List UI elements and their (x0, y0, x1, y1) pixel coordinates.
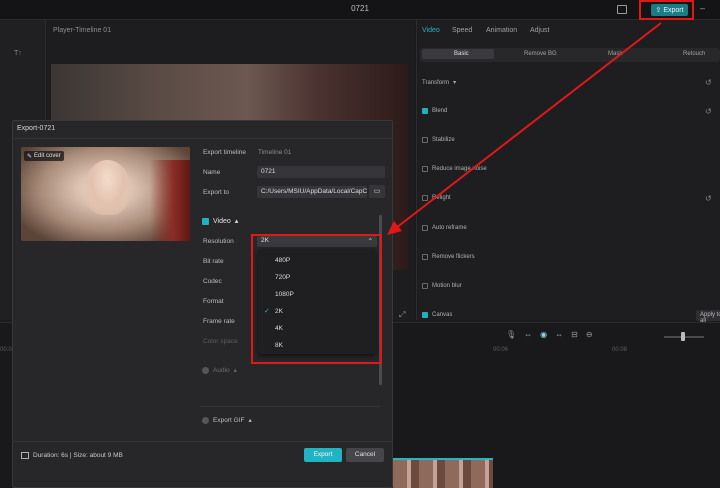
apply-all-button[interactable]: Apply to all (696, 310, 720, 324)
zoom-out-icon[interactable]: ⊖ (586, 330, 593, 339)
export-path-field[interactable]: C:/Users/MSIU/AppData/Local/CapC... (257, 186, 367, 198)
film-icon (21, 452, 29, 459)
link-icon[interactable]: ⇔ (524, 330, 532, 339)
chevron-up-icon: ▴ (233, 367, 237, 374)
edit-cover-button[interactable]: ✎ Edit cover (24, 151, 64, 161)
cover-shadow (150, 160, 190, 241)
export-gif-toggle[interactable]: Export GIF ▴ (202, 416, 252, 424)
reset-icon[interactable]: ↺ (705, 107, 712, 116)
timeline-tick: 00:06 (493, 347, 509, 353)
chevron-down-icon: ▾ (453, 80, 457, 86)
tab-adjust[interactable]: Adjust (530, 27, 549, 34)
prop-flickers[interactable]: Remove flickers (422, 254, 475, 260)
chevron-up-icon: ▴ (234, 218, 239, 225)
checkbox-icon[interactable] (422, 137, 428, 143)
minimize-icon[interactable]: – (700, 3, 705, 13)
format-label: Format (203, 298, 224, 305)
divider (12, 441, 393, 442)
prop-noise[interactable]: Reduce image noise (422, 166, 487, 172)
app-title: 0721 (351, 4, 369, 13)
gif-label: Export GIF (213, 416, 245, 424)
prop-label: Transform (422, 79, 450, 86)
microphone-icon[interactable]: 🎙 (506, 330, 516, 339)
tab-video[interactable]: Video (422, 27, 440, 34)
prop-motion-blur[interactable]: Motion blur (422, 283, 462, 289)
checkbox-icon[interactable] (422, 312, 428, 318)
prop-transform[interactable]: Transform ▾ (422, 79, 457, 87)
prop-label: Auto reframe (432, 225, 467, 231)
annotation-box (639, 0, 694, 20)
audio-toggle[interactable]: Audio ▴ (202, 366, 237, 374)
fullscreen-icon[interactable]: ⤢ (399, 310, 405, 320)
player-title: Player-Timeline 01 (53, 27, 112, 34)
prop-label: Reduce image noise (432, 166, 487, 172)
timeline-tick: 00:08 (612, 347, 628, 353)
checkbox-icon[interactable] (422, 166, 428, 172)
prop-label: Remove flickers (432, 254, 475, 260)
radio-icon[interactable] (202, 416, 209, 424)
prop-canvas[interactable]: Canvas (422, 312, 452, 318)
reset-icon[interactable]: ↺ (705, 194, 712, 203)
video-clip[interactable] (393, 458, 493, 488)
video-label: Video (213, 217, 231, 225)
chevron-up-icon: ▴ (248, 417, 252, 424)
name-field[interactable]: 0721 (257, 166, 385, 178)
cancel-button[interactable]: Cancel (346, 448, 384, 462)
divider (200, 406, 380, 407)
prop-label: Stabilize (432, 137, 455, 143)
folder-icon[interactable]: ▭ (369, 185, 385, 198)
annotation-box (251, 234, 382, 364)
colorspace-label: Color space (203, 338, 238, 345)
subtab-remove-bg[interactable]: Remove BG (524, 51, 557, 57)
prop-reframe[interactable]: Auto reframe (422, 225, 467, 231)
export-timeline-value: Timeline 01 (258, 149, 292, 156)
export-timeline-label: Export timeline (203, 149, 246, 156)
split-icon[interactable]: ⊟ (571, 330, 578, 339)
checkbox-icon[interactable] (202, 217, 209, 225)
resolution-label: Resolution (203, 238, 234, 245)
tab-speed[interactable]: Speed (452, 27, 472, 34)
divider (12, 138, 393, 139)
prop-label: Blend (432, 108, 448, 114)
edit-icon: ✎ (27, 153, 33, 160)
subtab-mask[interactable]: Mask (608, 51, 622, 57)
edit-cover-label: Edit cover (34, 153, 61, 159)
prop-label: Canvas (432, 312, 453, 318)
magnet-icon[interactable]: ⇔ (555, 330, 563, 339)
export-to-label: Export to (203, 189, 230, 196)
prop-label: Relight (432, 195, 451, 201)
checkbox-icon[interactable] (422, 108, 428, 114)
prop-stabilize[interactable]: Stabilize (422, 137, 455, 143)
prop-label: Motion blur (432, 283, 462, 289)
checkbox-icon[interactable] (422, 254, 428, 260)
zoom-knob[interactable] (681, 332, 685, 341)
subtab-retouch[interactable]: Retouch (683, 51, 705, 57)
audio-label: Audio (213, 366, 230, 374)
codec-label: Codec (203, 278, 222, 285)
checkbox-icon[interactable] (422, 225, 428, 231)
bitrate-label: Bit rate (203, 258, 224, 265)
radio-icon[interactable] (202, 366, 209, 374)
name-label: Name (203, 169, 221, 176)
video-toggle[interactable]: Video ▴ (202, 217, 238, 225)
prop-relight[interactable]: Relight (422, 195, 451, 201)
reset-icon[interactable]: ↺ (705, 78, 712, 87)
subtab-basic[interactable]: Basic (454, 51, 469, 57)
tab-animation[interactable]: Animation (486, 27, 517, 34)
dialog-title: Export-0721 (17, 125, 56, 132)
checkbox-icon[interactable] (422, 283, 428, 289)
framerate-label: Frame rate (203, 318, 235, 325)
prop-blend[interactable]: Blend (422, 108, 447, 114)
export-button[interactable]: Export (304, 448, 342, 462)
duration-info: Duration: 6s | Size: about 9 MB (21, 452, 123, 459)
cover-subject (85, 160, 130, 215)
timeline-toolbar: 🎙 ⇔ ◉ ⇔ ⊟ ⊖ (506, 330, 593, 339)
text-tool-label[interactable]: T↑ (14, 50, 22, 57)
layout-icon[interactable] (617, 5, 627, 14)
preview-icon[interactable]: ◉ (540, 330, 547, 339)
checkbox-icon[interactable] (422, 195, 428, 201)
duration-text: Duration: 6s | Size: about 9 MB (33, 452, 123, 459)
